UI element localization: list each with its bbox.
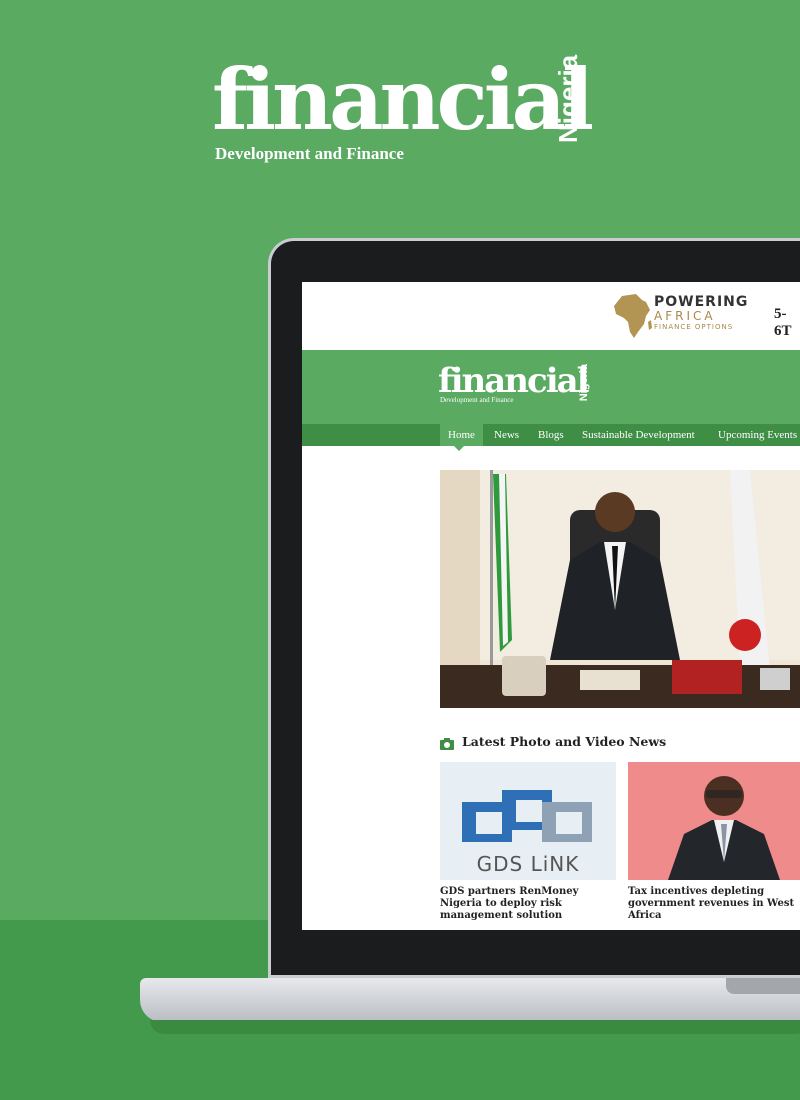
nav-home[interactable]: Home bbox=[440, 424, 483, 446]
news-card-caption[interactable]: Tax incentives depleting government reve… bbox=[628, 886, 800, 922]
news-card[interactable]: GDS LiNK GDS partners RenMoney Nigeria t… bbox=[440, 762, 616, 922]
news-card-caption[interactable]: GDS partners RenMoney Nigeria to deploy … bbox=[440, 886, 616, 922]
site-logo-country: Nigeria bbox=[578, 364, 590, 402]
news-card[interactable]: Tax incentives depleting government reve… bbox=[628, 762, 800, 922]
camera-icon bbox=[440, 738, 454, 750]
section-title: Latest Photo and Video News bbox=[462, 734, 667, 749]
ad-line-2: AFRICA bbox=[654, 309, 716, 323]
site-logo[interactable]: financial bbox=[438, 364, 590, 398]
main-nav: Home News Blogs Sustainable Development … bbox=[302, 424, 800, 446]
hero-brand-country: Nigeria bbox=[553, 54, 583, 143]
ad-line-1: POWERING bbox=[654, 294, 749, 310]
nav-news[interactable]: News bbox=[494, 424, 519, 446]
nav-blogs[interactable]: Blogs bbox=[538, 424, 564, 446]
laptop-screen: POWERING AFRICA FINANCE OPTIONS 5-6T fin… bbox=[302, 282, 800, 930]
featured-photo-illustration bbox=[440, 470, 800, 708]
ad-banner[interactable]: POWERING AFRICA FINANCE OPTIONS 5-6T bbox=[302, 282, 800, 351]
africa-map-icon bbox=[614, 294, 652, 338]
laptop-notch bbox=[726, 978, 800, 994]
laptop-shadow bbox=[150, 1020, 800, 1034]
nav-sustainable-development[interactable]: Sustainable Development bbox=[582, 424, 695, 446]
news-card-image[interactable] bbox=[628, 762, 800, 880]
ad-line-3: FINANCE OPTIONS bbox=[654, 323, 734, 331]
nav-active-pointer bbox=[454, 446, 464, 451]
laptop-base bbox=[140, 978, 800, 1022]
featured-photo[interactable] bbox=[440, 470, 800, 708]
site-header: financial Nigeria Development and Financ… bbox=[302, 350, 800, 424]
site-tagline: Development and Finance bbox=[440, 396, 514, 404]
news-card-image[interactable]: GDS LiNK bbox=[440, 762, 616, 880]
gds-logo-text: GDS LiNK bbox=[476, 852, 580, 876]
hero-tagline: Development and Finance bbox=[215, 144, 404, 163]
hero-brand-word: financial bbox=[212, 50, 594, 149]
ad-date: 5-6T bbox=[774, 306, 792, 339]
nav-upcoming-events[interactable]: Upcoming Events bbox=[718, 424, 797, 446]
